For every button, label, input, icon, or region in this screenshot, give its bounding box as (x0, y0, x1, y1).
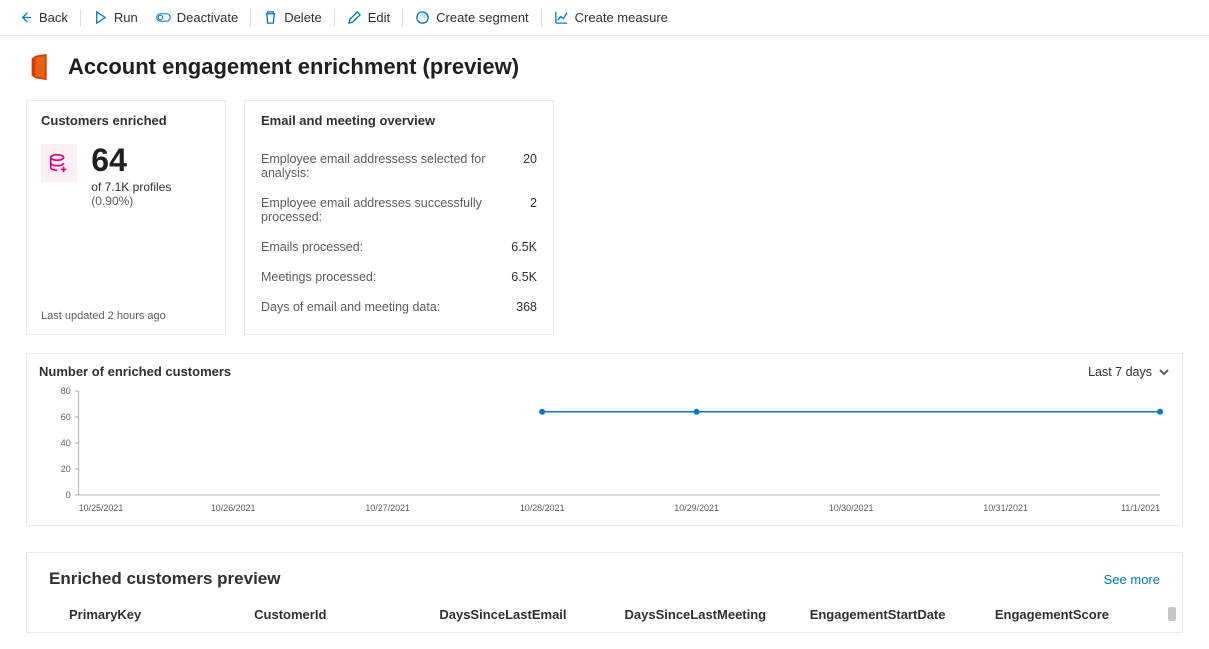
last-updated-text: Last updated 2 hours ago (41, 240, 211, 322)
deactivate-button[interactable]: Deactivate (148, 6, 246, 29)
trash-icon (263, 10, 278, 25)
customers-enriched-label: Customers enriched (41, 113, 211, 128)
svg-text:80: 80 (61, 386, 71, 396)
create-segment-label: Create segment (436, 10, 529, 25)
chart-title: Number of enriched customers (39, 364, 231, 379)
enriched-count: 64 (91, 144, 211, 176)
toolbar-separator (402, 9, 403, 27)
svg-text:10/26/2021: 10/26/2021 (211, 503, 256, 513)
see-more-link[interactable]: See more (1104, 572, 1160, 587)
overview-row: Meetings processed: 6.5K (261, 262, 537, 292)
overview-key: Days of email and meeting data: (261, 300, 440, 314)
edit-button[interactable]: Edit (339, 6, 398, 29)
preview-table-header: PrimaryKeyCustomerIdDaysSinceLastEmailDa… (49, 607, 1160, 622)
title-row: Account engagement enrichment (preview) (26, 52, 1183, 82)
column-header[interactable]: EngagementScore (975, 607, 1160, 622)
svg-text:40: 40 (61, 438, 71, 448)
deactivate-label: Deactivate (177, 10, 238, 25)
create-measure-button[interactable]: Create measure (546, 6, 676, 29)
office-logo-icon (26, 52, 56, 82)
preview-title: Enriched customers preview (49, 569, 280, 589)
delete-button[interactable]: Delete (255, 6, 330, 29)
time-range-selector[interactable]: Last 7 days (1088, 365, 1170, 379)
run-label: Run (114, 10, 138, 25)
svg-text:10/25/2021: 10/25/2021 (79, 503, 124, 513)
toolbar-separator (250, 9, 251, 27)
svg-text:10/31/2021: 10/31/2021 (983, 503, 1028, 513)
column-header[interactable]: DaysSinceLastMeeting (605, 607, 790, 622)
svg-text:11/1/2021: 11/1/2021 (1121, 503, 1160, 513)
back-arrow-icon (18, 10, 33, 25)
summary-cards-row: Customers enriched 64 of 7.1K profiles (… (26, 100, 1183, 335)
svg-text:10/27/2021: 10/27/2021 (365, 503, 410, 513)
email-meeting-overview-card: Email and meeting overview Employee emai… (244, 100, 554, 335)
page-title: Account engagement enrichment (preview) (68, 54, 519, 80)
page-content: Account engagement enrichment (preview) … (0, 36, 1209, 649)
svg-text:10/28/2021: 10/28/2021 (520, 503, 565, 513)
enrichment-icon (41, 144, 77, 182)
overview-label: Email and meeting overview (261, 113, 537, 128)
svg-text:10/30/2021: 10/30/2021 (829, 503, 874, 513)
back-button[interactable]: Back (10, 6, 76, 29)
overview-value: 6.5K (511, 270, 537, 284)
overview-key: Employee email addresses successfully pr… (261, 196, 530, 224)
svg-text:60: 60 (61, 412, 71, 422)
toggle-off-icon (156, 10, 171, 25)
enriched-subtext: of 7.1K profiles (0.90%) (91, 180, 211, 208)
edit-label: Edit (368, 10, 390, 25)
column-header[interactable]: EngagementStartDate (790, 607, 975, 622)
svg-text:10/29/2021: 10/29/2021 (674, 503, 719, 513)
overview-row: Emails processed: 6.5K (261, 232, 537, 262)
enriched-customers-chart-card: Number of enriched customers Last 7 days… (26, 353, 1183, 526)
overview-key: Employee email addressess selected for a… (261, 152, 523, 180)
run-button[interactable]: Run (85, 6, 146, 29)
command-bar: Back Run Deactivate Delete Edit Create s… (0, 0, 1209, 36)
svg-text:0: 0 (66, 490, 71, 500)
segment-icon (415, 10, 430, 25)
chart-line-icon (554, 10, 569, 25)
overview-value: 20 (523, 152, 537, 180)
overview-value: 2 (530, 196, 537, 224)
time-range-label: Last 7 days (1088, 365, 1152, 379)
create-measure-label: Create measure (575, 10, 668, 25)
overview-value: 6.5K (511, 240, 537, 254)
column-header[interactable]: PrimaryKey (49, 607, 234, 622)
vertical-scrollbar-thumb[interactable] (1168, 607, 1176, 621)
overview-key: Emails processed: (261, 240, 363, 254)
play-icon (93, 10, 108, 25)
overview-value: 368 (516, 300, 537, 314)
overview-row: Employee email addresses successfully pr… (261, 188, 537, 232)
toolbar-separator (80, 9, 81, 27)
create-segment-button[interactable]: Create segment (407, 6, 537, 29)
chevron-down-icon (1158, 366, 1170, 378)
overview-row: Days of email and meeting data: 368 (261, 292, 537, 322)
customers-enriched-card: Customers enriched 64 of 7.1K profiles (… (26, 100, 226, 335)
overview-key: Meetings processed: (261, 270, 376, 284)
column-header[interactable]: DaysSinceLastEmail (419, 607, 604, 622)
back-label: Back (39, 10, 68, 25)
svg-text:20: 20 (61, 464, 71, 474)
toolbar-separator (541, 9, 542, 27)
column-header[interactable]: CustomerId (234, 607, 419, 622)
line-chart: 0 20 40 60 80 10/25/2021 10/26/2021 10/27/2021 1… (39, 385, 1170, 515)
toolbar-separator (334, 9, 335, 27)
delete-label: Delete (284, 10, 322, 25)
overview-row: Employee email addressess selected for a… (261, 144, 537, 188)
enriched-customers-preview-card: Enriched customers preview See more Prim… (26, 552, 1183, 633)
pencil-icon (347, 10, 362, 25)
